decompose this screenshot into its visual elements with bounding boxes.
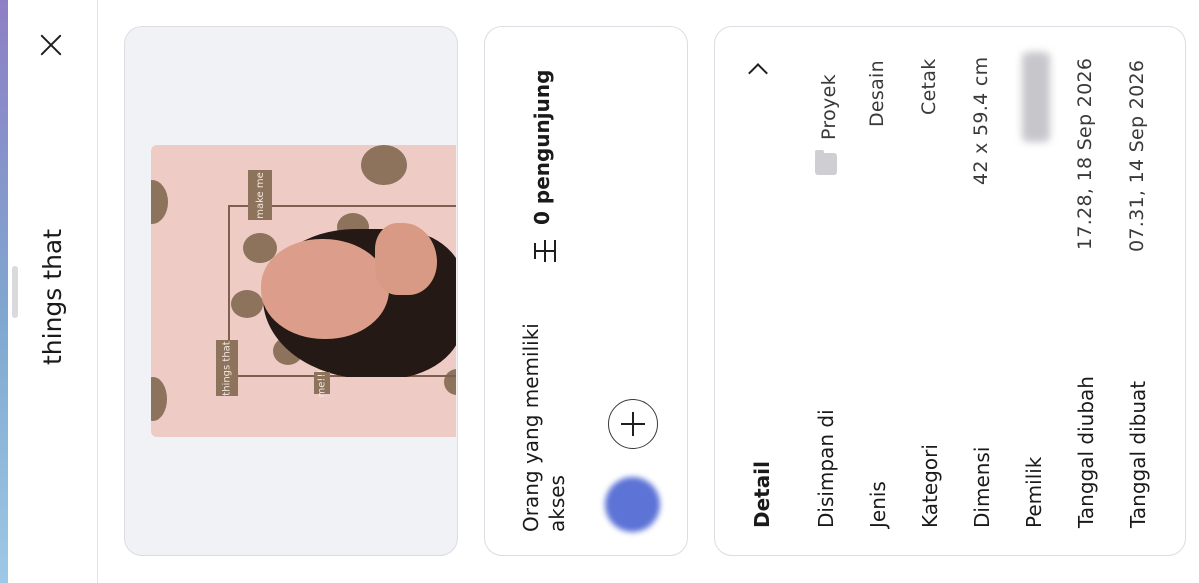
window-edge-strip xyxy=(0,0,8,583)
design-title: things that xyxy=(38,228,67,365)
detail-label-dimension: Dimensi xyxy=(970,446,994,528)
detail-label-owner: Pemilik xyxy=(1022,456,1046,528)
thumb-dot xyxy=(361,145,407,185)
avatar[interactable] xyxy=(605,477,660,532)
detail-value-category: Cetak xyxy=(918,58,940,115)
detail-value-type: Desain xyxy=(866,60,888,127)
thumb-dot xyxy=(151,180,168,224)
visitor-count: 0 pengunjung xyxy=(530,69,554,225)
detail-label-saved-in: Disimpan di xyxy=(814,409,838,528)
detail-label-created: Tanggal dibuat xyxy=(1126,380,1150,528)
close-button[interactable] xyxy=(34,28,68,62)
detail-label-modified: Tanggal diubah xyxy=(1074,376,1098,528)
header-divider xyxy=(97,0,98,583)
thumb-hand xyxy=(375,223,437,295)
detail-label-type: Jenis xyxy=(866,481,890,528)
access-card xyxy=(484,26,688,556)
thumb-photo xyxy=(245,205,456,377)
thumb-dot xyxy=(151,377,167,421)
detail-label-category: Kategori xyxy=(918,444,942,528)
chevron-left-icon[interactable] xyxy=(750,60,766,76)
owner-name-redacted xyxy=(1022,52,1050,142)
drag-handle[interactable] xyxy=(12,266,18,318)
thumb-tag-bottom: me!!! xyxy=(314,369,330,397)
detail-value-saved-in[interactable]: Proyek xyxy=(818,74,840,140)
detail-heading: Detail xyxy=(750,461,774,528)
people-icon xyxy=(530,240,560,262)
detail-value-modified: 17.28, 18 Sep 2026 xyxy=(1074,57,1096,250)
access-title: Orang yang memiliki akses xyxy=(519,323,569,532)
thumb-tag-top: make me xyxy=(248,170,272,220)
detail-value-created: 07.31, 14 Sep 2026 xyxy=(1126,59,1148,252)
thumb-face xyxy=(261,239,389,339)
folder-icon xyxy=(815,150,837,175)
thumb-tag-left: things that xyxy=(216,340,238,396)
detail-value-dimension: 42 x 59.4 cm xyxy=(970,56,992,185)
detail-card xyxy=(714,26,1186,556)
add-people-button[interactable] xyxy=(608,399,658,449)
